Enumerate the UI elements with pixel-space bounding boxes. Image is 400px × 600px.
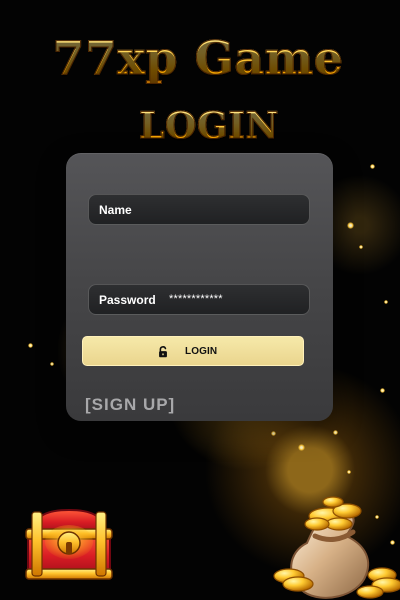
sparkle	[370, 164, 375, 169]
sparkle	[271, 431, 276, 436]
login-card: Name Password ************ LOGIN [SIGN U…	[66, 153, 333, 421]
treasure-chest-icon	[25, 508, 113, 580]
sparkle	[380, 388, 385, 393]
signup-link[interactable]: [SIGN UP]	[85, 395, 175, 415]
sparkle	[298, 444, 305, 451]
name-field[interactable]: Name	[88, 194, 310, 225]
coin-bag-icon	[273, 496, 400, 599]
login-screen: 77xp Game LOGIN Name Password **********…	[0, 0, 400, 600]
password-label: Password	[99, 293, 156, 307]
sparkle	[333, 430, 338, 435]
name-label: Name	[99, 203, 132, 217]
sparkle	[50, 362, 54, 366]
sparkle	[347, 470, 351, 474]
sparkle	[347, 222, 354, 229]
password-field[interactable]: Password ************	[88, 284, 310, 315]
sparkle	[384, 300, 388, 304]
lock-icon	[159, 346, 167, 358]
sparkle	[359, 245, 363, 249]
sparkle	[28, 343, 33, 348]
password-value: ************	[169, 293, 223, 305]
login-heading: LOGIN	[9, 103, 400, 149]
login-button[interactable]: LOGIN	[82, 336, 304, 366]
login-button-label: LOGIN	[185, 346, 218, 357]
game-title: 77xp Game	[0, 29, 398, 87]
